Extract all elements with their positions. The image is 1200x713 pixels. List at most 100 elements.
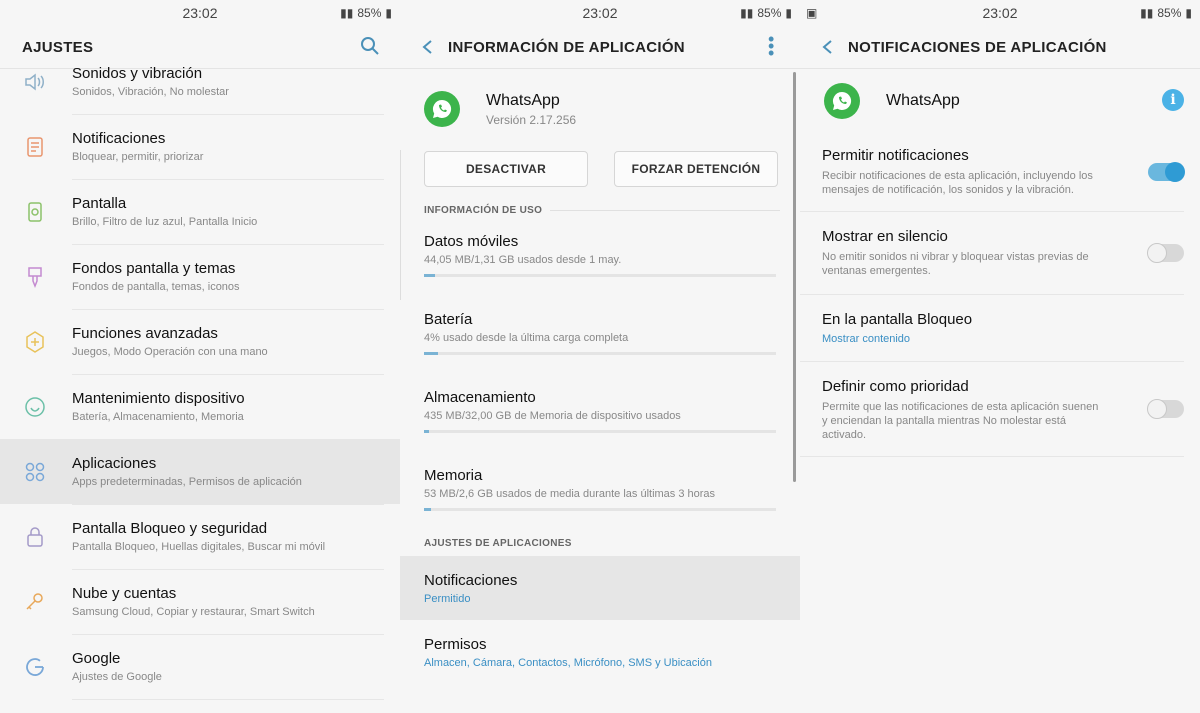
app-notifications-item[interactable]: Notificaciones Permitido [400,556,800,620]
item-sub: Pantalla Bloqueo, Huellas digitales, Bus… [72,540,326,553]
scrollbar[interactable] [793,72,796,482]
more-options-icon[interactable]: • • • [768,30,774,62]
item-label: Funciones avanzadas [72,324,218,342]
settings-item-applications[interactable]: Aplicaciones Apps predeterminadas, Permis… [0,439,400,505]
usage-item-mobile-data[interactable]: Datos móviles 44,05 MB/1,31 GB usados de… [400,216,800,294]
settings-item-display[interactable]: Pantalla Brillo, Filtro de luz azul, Pant… [0,179,400,245]
page-title: INFORMACIÓN DE APLICACIÓN [448,38,685,56]
section-label: INFORMACIÓN DE USO [424,205,543,216]
page-title: NOTIFICACIONES DE APLICACIÓN [848,38,1107,56]
back-arrow-icon[interactable] [414,34,440,60]
app-header: WhatsApp Versión 2.17.256 [400,69,800,149]
item-label: Pantalla Bloqueo y seguridad [72,519,268,537]
display-icon [20,197,50,227]
item-sub: 435 MB/32,00 GB de Memoria de dispositiv… [424,410,681,422]
whatsapp-icon [424,91,460,127]
lock-screen-item[interactable]: En la pantalla Bloqueo Mostrar contenido [800,295,1184,362]
priority-item[interactable]: Definir como prioridad Permite que las n… [800,362,1184,457]
settings-list: Sonidos y vibración Sonidos, Vibración, N… [0,49,400,700]
usage-bar [424,430,776,433]
settings-item-maintenance[interactable]: Mantenimiento dispositivo Batería, Almace… [0,374,400,440]
app-info-screen: 23:02 ▮▮ 85% ▮ INFORMACIÓN DE APLICACIÓN… [400,0,800,713]
item-label: En la pantalla Bloqueo [822,311,973,328]
settings-item-advanced[interactable]: Funciones avanzadas Juegos, Modo Operació… [0,309,400,375]
settings-item-google[interactable]: Google Ajustes de Google [0,634,400,700]
google-icon [20,652,50,682]
usage-bar-fill [424,352,439,355]
item-label: Google [72,649,121,667]
lock-icon [20,522,50,552]
usage-section-header: INFORMACIÓN DE USO [400,205,800,216]
speaker-icon [20,67,50,97]
usage-bar [424,352,776,355]
key-icon [20,587,50,617]
disable-button[interactable]: DESACTIVAR [424,151,588,187]
item-sub: Almacen, Cámara, Contactos, Micrófono, S… [424,656,712,669]
app-header: WhatsApp i [800,69,1200,133]
battery-icon: ▮ [1185,6,1192,20]
usage-item-memory[interactable]: Memoria 53 MB/2,6 GB usados de media dur… [400,450,800,528]
priority-toggle[interactable] [1147,399,1184,419]
status-icons: ▮▮ 85% ▮ [340,6,392,20]
item-sub: Apps predeterminadas, Permisos de aplica… [72,475,302,488]
item-sub: Brillo, Filtro de luz azul, Pantalla Ini… [72,215,258,228]
back-arrow-icon[interactable] [814,34,840,60]
item-sub: Sonidos, Vibración, No molestar [72,85,229,98]
section-label: AJUSTES DE APLICACIONES [424,537,572,549]
battery-icon: ▮ [385,6,392,20]
item-label: Almacenamiento [424,389,536,406]
app-name: WhatsApp [486,91,560,109]
apps-grid-icon [20,457,50,487]
usage-bar-fill [424,508,432,511]
item-label: Notificaciones [72,129,166,147]
action-buttons: DESACTIVAR FORZAR DETENCIÓN [400,151,800,187]
settings-item-notifications[interactable]: Notificaciones Bloquear, permitir, priori… [0,114,400,180]
settings-item-cloud-accounts[interactable]: Nube y cuentas Samsung Cloud, Copiar y re… [0,569,400,635]
status-icons: ▮▮ 85% ▮ [740,6,792,20]
whatsapp-icon [824,83,860,119]
item-sub: No emitir sonidos ni vibrar y bloquear v… [822,251,1089,277]
signal-icon: ▮▮ [1140,6,1154,20]
allow-notifications-toggle[interactable] [1148,162,1185,182]
usage-bar [424,274,776,277]
item-sub: Permitido [424,592,471,605]
item-sub: Fondos de pantalla, temas, iconos [72,280,240,293]
item-label: Permitir notificaciones [822,147,969,164]
composite-screenshot: 23:02 ▮▮ 85% ▮ AJUSTES Sonidos y vibraci… [0,0,1200,713]
battery-text: 85% [357,6,382,20]
notification-icon [20,132,50,162]
app-name: WhatsApp [886,92,960,109]
show-silently-item[interactable]: Mostrar en silencio No emitir sonidos ni… [800,212,1184,295]
toggle-knob [1165,162,1185,182]
settings-screen: 23:02 ▮▮ 85% ▮ AJUSTES Sonidos y vibraci… [0,0,400,713]
show-silently-toggle[interactable] [1147,243,1184,263]
app-permissions-item[interactable]: Permisos Almacen, Cámara, Contactos, Mic… [400,620,800,684]
item-sub: Ajustes de Google [72,670,162,683]
usage-bar-fill [424,274,435,277]
settings-item-sounds[interactable]: Sonidos y vibración Sonidos, Vibración, N… [0,49,400,115]
maintenance-icon [20,392,50,422]
allow-notifications-item[interactable]: Permitir notificaciones Recibir notifica… [800,133,1185,212]
gallery-icon: ▣ [806,6,818,20]
force-stop-button[interactable]: FORZAR DETENCIÓN [614,151,778,187]
usage-bar-fill [424,430,429,433]
info-icon[interactable]: i [1162,89,1184,111]
app-settings-section-header: AJUSTES DE APLICACIONES [400,534,800,552]
usage-item-storage[interactable]: Almacenamiento 435 MB/32,00 GB de Memori… [400,372,800,450]
item-sub: Batería, Almacenamiento, Memoria [72,410,244,423]
item-label: Definir como prioridad [822,378,969,395]
settings-item-wallpapers[interactable]: Fondos pantalla y temas Fondos de pantall… [0,244,400,310]
edge-line [400,150,405,300]
toggle-knob [1147,399,1167,419]
divider [550,210,780,211]
item-label: Mantenimiento dispositivo [72,389,245,407]
item-sub: Samsung Cloud, Copiar y restaurar, Smart… [72,605,315,618]
item-label: Notificaciones [424,571,518,589]
usage-item-battery[interactable]: Batería 4% usado desde la última carga c… [400,294,800,372]
item-label: Batería [424,311,473,328]
toggle-knob [1147,243,1167,263]
item-sub: Juegos, Modo Operación con una mano [72,345,268,358]
app-info-appbar: INFORMACIÓN DE APLICACIÓN • • • [400,26,800,69]
settings-item-lock-security[interactable]: Pantalla Bloqueo y seguridad Pantalla Blo… [0,504,400,570]
item-label: Datos móviles [424,233,519,250]
